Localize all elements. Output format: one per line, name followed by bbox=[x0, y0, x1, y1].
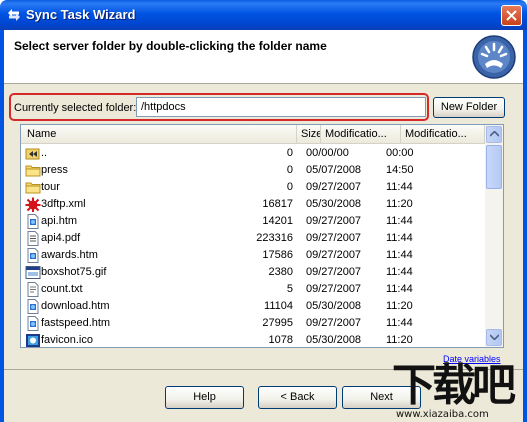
file-size: 0 bbox=[286, 164, 293, 176]
3dftp-file-icon bbox=[25, 197, 41, 212]
folder-icon bbox=[25, 180, 41, 195]
html-file-icon bbox=[25, 214, 41, 229]
modified-time: 11:20 bbox=[386, 300, 413, 312]
text-file-icon bbox=[25, 282, 41, 297]
modified-time: 11:44 bbox=[386, 283, 413, 295]
file-size: 5 bbox=[286, 283, 293, 295]
table-row[interactable]: 3dftp.xml 16817 05/30/2008 11:20 bbox=[21, 196, 485, 213]
list-rows: .. 0 00/00/00 00:00 press 0 05/07/2008 14:50 tou… bbox=[21, 145, 485, 347]
modified-time: 11:44 bbox=[386, 266, 413, 278]
file-size: 0 bbox=[286, 181, 293, 193]
file-size: 2380 bbox=[268, 266, 293, 278]
gif-file-icon bbox=[25, 265, 41, 280]
modified-date: 05/30/2008 bbox=[306, 334, 362, 346]
watermark-logo-text: 下载吧 bbox=[392, 360, 516, 411]
scroll-down-button[interactable] bbox=[486, 329, 502, 346]
html-file-icon bbox=[25, 248, 41, 263]
modified-date: 09/27/2007 bbox=[306, 215, 362, 227]
parent-folder-icon bbox=[25, 146, 41, 161]
server-file-list[interactable]: Name Size Modificatio... Modificatio... … bbox=[20, 124, 504, 348]
modified-date: 05/07/2008 bbox=[306, 164, 362, 176]
table-row[interactable]: download.htm 11104 05/30/2008 11:20 bbox=[21, 298, 485, 315]
html-file-icon bbox=[25, 299, 41, 314]
modified-time: 11:20 bbox=[386, 334, 413, 346]
folder-icon bbox=[25, 163, 41, 178]
modified-date: 05/30/2008 bbox=[306, 198, 362, 210]
title-bar: Sync Task Wizard bbox=[0, 0, 527, 30]
modified-time: 11:44 bbox=[386, 181, 413, 193]
table-row[interactable]: .. 0 00/00/00 00:00 bbox=[21, 145, 485, 162]
file-size: 17586 bbox=[262, 249, 293, 261]
table-row[interactable]: fastspeed.htm 27995 09/27/2007 11:44 bbox=[21, 315, 485, 332]
modified-date: 09/27/2007 bbox=[306, 266, 362, 278]
window-title: Sync Task Wizard bbox=[26, 7, 136, 22]
modified-time: 14:50 bbox=[386, 164, 414, 176]
column-header-modified-date[interactable]: Modificatio... bbox=[321, 125, 401, 144]
modified-date: 05/30/2008 bbox=[306, 300, 362, 312]
modified-time: 11:44 bbox=[386, 215, 413, 227]
file-size: 16817 bbox=[262, 198, 293, 210]
column-header-size[interactable]: Size bbox=[297, 125, 321, 144]
file-size: 0 bbox=[286, 147, 293, 159]
site-watermark: 下载吧 www.xiazaiba.com bbox=[390, 362, 527, 422]
modified-date: 09/27/2007 bbox=[306, 181, 362, 193]
table-row[interactable]: press 0 05/07/2008 14:50 bbox=[21, 162, 485, 179]
close-button[interactable] bbox=[501, 5, 522, 26]
ico-file-icon bbox=[25, 333, 41, 347]
wizard-header: Select server folder by double-clicking … bbox=[4, 30, 523, 84]
modified-date: 09/27/2007 bbox=[306, 232, 362, 244]
new-folder-button[interactable]: New Folder bbox=[433, 97, 505, 118]
table-row[interactable]: api4.pdf 223316 09/27/2007 11:44 bbox=[21, 230, 485, 247]
sync-arrows-icon bbox=[8, 9, 20, 21]
table-row[interactable]: count.txt 5 09/27/2007 11:44 bbox=[21, 281, 485, 298]
close-icon bbox=[506, 10, 517, 21]
html-file-icon bbox=[25, 316, 41, 331]
selected-folder-label: Currently selected folder: bbox=[14, 102, 137, 114]
selected-folder-group: Currently selected folder: bbox=[9, 93, 429, 121]
scroll-up-button[interactable] bbox=[486, 126, 502, 143]
selected-folder-input[interactable] bbox=[136, 97, 426, 117]
vertical-scrollbar[interactable] bbox=[485, 125, 503, 347]
page-instruction: Select server folder by double-clicking … bbox=[14, 39, 327, 53]
pdf-file-icon bbox=[25, 231, 41, 246]
file-size: 1078 bbox=[268, 334, 293, 346]
file-size: 27995 bbox=[262, 317, 293, 329]
modified-date: 09/27/2007 bbox=[306, 283, 362, 295]
scroll-thumb[interactable] bbox=[486, 145, 502, 189]
list-header: Name Size Modificatio... Modificatio... bbox=[21, 125, 485, 144]
modified-date: 00/00/00 bbox=[306, 147, 349, 159]
table-row[interactable]: favicon.ico 1078 05/30/2008 11:20 bbox=[21, 332, 485, 347]
file-size: 14201 bbox=[262, 215, 293, 227]
table-row[interactable]: awards.htm 17586 09/27/2007 11:44 bbox=[21, 247, 485, 264]
table-row[interactable]: boxshot75.gif 2380 09/27/2007 11:44 bbox=[21, 264, 485, 281]
file-size: 223316 bbox=[256, 232, 293, 244]
modified-date: 09/27/2007 bbox=[306, 317, 362, 329]
back-button[interactable]: < Back bbox=[258, 386, 337, 409]
table-row[interactable]: tour 0 09/27/2007 11:44 bbox=[21, 179, 485, 196]
modified-time: 11:44 bbox=[386, 232, 413, 244]
wizard-logo-icon bbox=[472, 35, 516, 79]
modified-time: 11:44 bbox=[386, 249, 413, 261]
modified-time: 11:44 bbox=[386, 317, 413, 329]
chevron-down-icon bbox=[490, 334, 499, 340]
watermark-url: www.xiazaiba.com bbox=[396, 409, 489, 420]
help-button[interactable]: Help bbox=[165, 386, 244, 409]
column-header-name[interactable]: Name bbox=[21, 125, 297, 144]
file-size: 11104 bbox=[264, 300, 293, 312]
modified-date: 09/27/2007 bbox=[306, 249, 362, 261]
modified-time: 11:20 bbox=[386, 198, 413, 210]
column-header-modified-time[interactable]: Modificatio... bbox=[401, 125, 485, 144]
chevron-up-icon bbox=[490, 131, 499, 137]
table-row[interactable]: api.htm 14201 09/27/2007 11:44 bbox=[21, 213, 485, 230]
modified-time: 00:00 bbox=[386, 147, 414, 159]
